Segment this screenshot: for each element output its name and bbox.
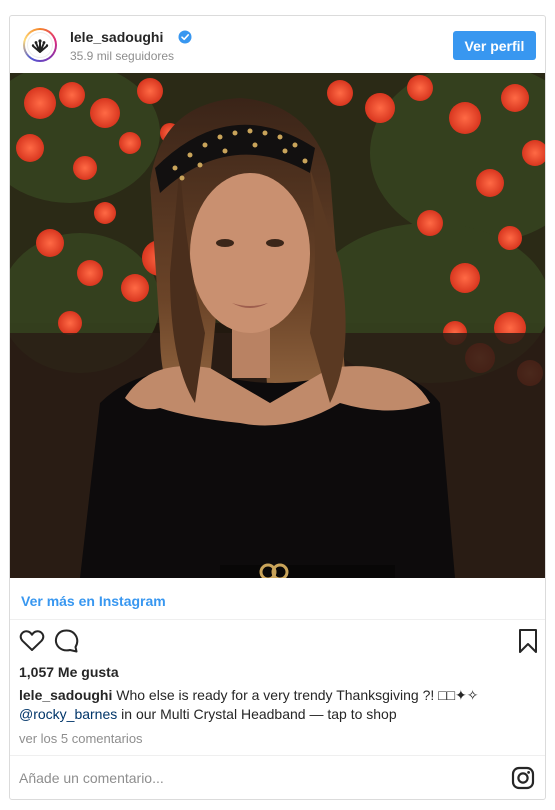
caption-text-line1: Who else is ready for a very trendy Than…: [116, 687, 479, 703]
view-comments-link[interactable]: ver los 5 comentarios: [19, 731, 143, 746]
verified-icon: [178, 30, 192, 44]
username[interactable]: lele_sadoughi: [70, 29, 163, 45]
view-more-link[interactable]: Ver más en Instagram: [21, 593, 166, 609]
follower-count: 35.9 mil seguidores: [70, 49, 175, 63]
brand-logo-icon: [31, 39, 49, 53]
like-count[interactable]: 1,057 Me gusta: [19, 664, 119, 680]
caption-text-line2: in our Multi Crystal Headband — tap to s…: [121, 706, 397, 722]
add-comment-field[interactable]: Añade un comentario...: [19, 770, 164, 786]
caption: lele_sadoughi Who else is ready for a ve…: [19, 686, 539, 724]
comment-icon[interactable]: [54, 628, 80, 654]
instagram-icon[interactable]: [511, 766, 535, 790]
view-profile-button[interactable]: Ver perfil: [453, 31, 536, 60]
post-header: lele_sadoughi 35.9 mil seguidores Ver pe…: [10, 16, 545, 74]
post-image: [10, 73, 545, 578]
divider: [10, 619, 545, 620]
divider: [10, 755, 545, 756]
caption-mention[interactable]: @rocky_barnes: [19, 706, 117, 722]
post-photo[interactable]: [10, 73, 545, 578]
instagram-embed-card: lele_sadoughi 35.9 mil seguidores Ver pe…: [9, 15, 546, 800]
avatar[interactable]: [23, 28, 57, 62]
caption-username[interactable]: lele_sadoughi: [19, 687, 112, 703]
bookmark-icon[interactable]: [515, 628, 541, 654]
heart-icon[interactable]: [19, 628, 45, 654]
